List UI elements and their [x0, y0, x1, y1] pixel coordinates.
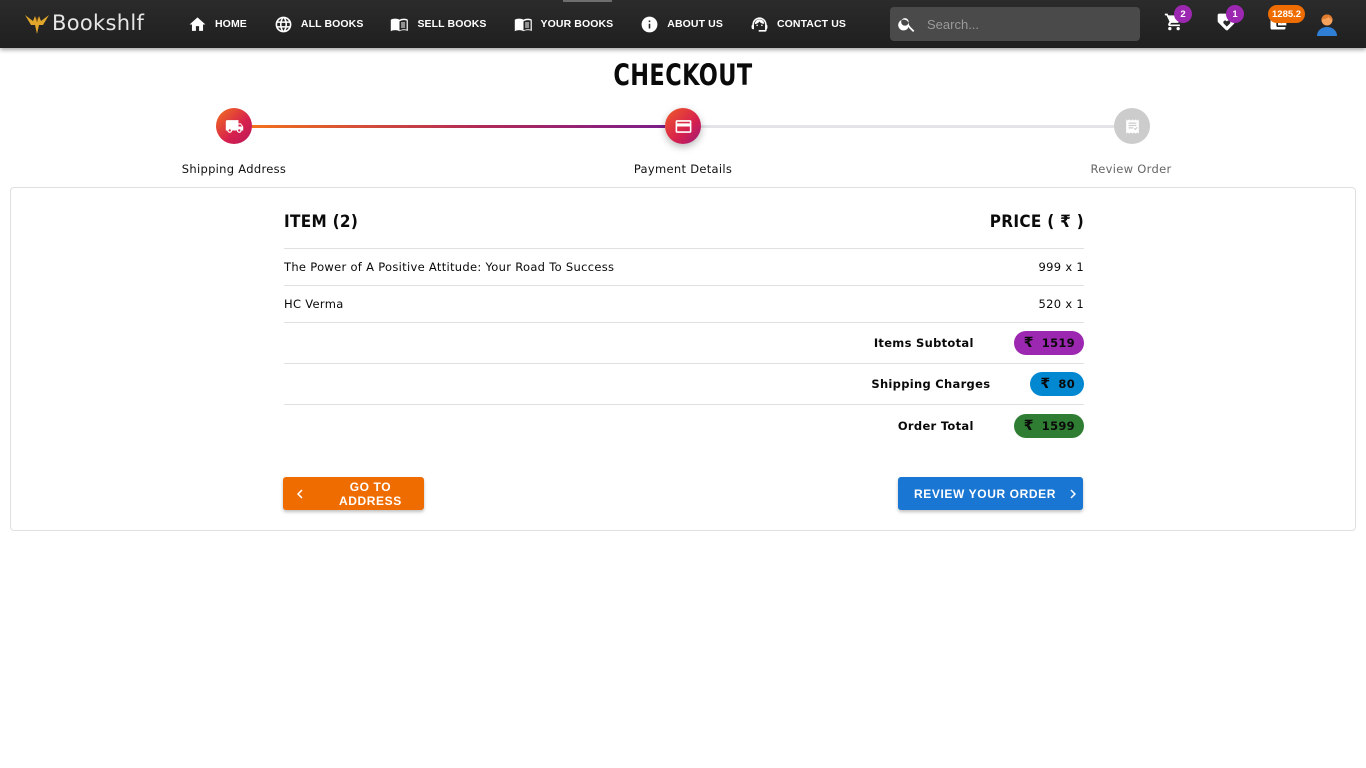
- eagle-logo-icon: [25, 15, 49, 34]
- shipping-row: Shipping Charges ₹ 80: [284, 364, 1084, 405]
- rupee-icon: ₹: [1040, 376, 1051, 392]
- credit-card-icon: [675, 119, 691, 133]
- nav-contact-us[interactable]: CONTACT US: [750, 0, 846, 48]
- truck-icon: [225, 119, 243, 133]
- user-avatar-icon[interactable]: [1316, 12, 1338, 36]
- subtotal-value: 1519: [1041, 336, 1075, 350]
- brand-name: Bookshlf: [52, 11, 145, 35]
- nav-scroll-indicator: [563, 0, 612, 2]
- step-shipping-address-label: Shipping Address: [181, 162, 287, 176]
- main-nav: HOME ALL BOOKS SELL BOOKS YOUR BOOKS ABO…: [188, 0, 873, 48]
- nav-all-books[interactable]: ALL BOOKS: [274, 0, 364, 48]
- subtotal-label: Items Subtotal: [873, 336, 974, 350]
- book-open-icon: [391, 18, 409, 31]
- globe-icon: [275, 16, 292, 32]
- order-summary-card: ITEM (2) PRICE ( ₹ ) The Power of A Posi…: [10, 187, 1356, 531]
- review-order-label: REVIEW YOUR ORDER: [914, 486, 1056, 501]
- step-review-order-label: Review Order: [1090, 162, 1172, 176]
- step-connector-pending: [701, 124, 1114, 128]
- step-connector-completed: [252, 124, 665, 128]
- wishlist-button[interactable]: 1: [1216, 5, 1244, 36]
- subtotal-row: Items Subtotal ₹ 1519: [284, 323, 1084, 364]
- order-total-value: 1599: [1041, 418, 1075, 433]
- nav-about-us[interactable]: ABOUT US: [640, 0, 723, 48]
- table-row: HC Verma 520 x 1: [284, 286, 1084, 323]
- top-navbar: Bookshlf HOME ALL BOOKS SELL BOOKS YOUR …: [0, 0, 1366, 48]
- cart-button[interactable]: 2: [1164, 5, 1192, 36]
- shipping-value: 80: [1058, 377, 1075, 391]
- support-agent-icon: [751, 16, 768, 32]
- order-total-badge: ₹ 1599: [1013, 413, 1084, 438]
- shipping-badge: ₹ 80: [1030, 372, 1084, 396]
- order-total-row: Order Total ₹ 1599: [284, 405, 1084, 446]
- nav-sell-books[interactable]: SELL BOOKS: [390, 0, 486, 48]
- search-box: [890, 7, 1140, 41]
- nav-your-books-label: YOUR BOOKS: [540, 18, 614, 30]
- step-review-order: [1114, 108, 1150, 144]
- search-icon: [898, 18, 915, 32]
- brand-logo-link[interactable]: Bookshlf: [24, 8, 144, 38]
- info-icon: [641, 16, 658, 32]
- nav-about-us-label: ABOUT US: [667, 18, 723, 30]
- nav-home-label: HOME: [215, 18, 247, 30]
- nav-your-books[interactable]: YOUR BOOKS: [514, 0, 614, 48]
- chevron-right-icon: [1070, 489, 1076, 498]
- chevron-left-icon: [296, 489, 303, 498]
- receipt-icon: [1125, 118, 1139, 134]
- book-open-icon: [514, 18, 532, 31]
- order-summary-table: ITEM (2) PRICE ( ₹ ) The Power of A Posi…: [284, 188, 1084, 446]
- order-total-label: Order Total: [897, 418, 974, 433]
- table-row: The Power of A Positive Attitude: Your R…: [284, 249, 1084, 286]
- page-title: CHECKOUT: [613, 58, 753, 92]
- cart-count-badge: 2: [1174, 5, 1192, 23]
- wallet-button[interactable]: 1285.2: [1268, 5, 1306, 36]
- item-title: HC Verma: [284, 297, 344, 311]
- subtotal-badge: ₹ 1519: [1013, 331, 1084, 355]
- item-count-header: ITEM (2): [284, 212, 359, 232]
- rupee-icon: ₹: [1023, 417, 1034, 434]
- price-header: PRICE ( ₹ ): [989, 212, 1084, 232]
- rupee-icon: ₹: [1023, 335, 1034, 351]
- item-title: The Power of A Positive Attitude: Your R…: [284, 260, 615, 274]
- step-payment-details-label: Payment Details: [633, 162, 733, 176]
- nav-all-books-label: ALL BOOKS: [300, 18, 364, 30]
- shipping-label: Shipping Charges: [871, 377, 991, 391]
- home-icon: [189, 16, 206, 31]
- item-price-qty: 999 x 1: [1038, 260, 1084, 274]
- wallet-balance-badge: 1285.2: [1268, 5, 1306, 23]
- review-order-button[interactable]: REVIEW YOUR ORDER: [898, 477, 1083, 510]
- nav-sell-books-label: SELL BOOKS: [417, 18, 487, 30]
- checkout-stepper: Shipping Address Payment Details Review …: [0, 106, 1366, 178]
- go-to-address-label: GO TO ADDRESS: [338, 479, 402, 508]
- item-price-qty: 520 x 1: [1038, 297, 1084, 311]
- go-to-address-button[interactable]: GO TO ADDRESS: [283, 477, 424, 510]
- summary-header-row: ITEM (2) PRICE ( ₹ ): [284, 188, 1084, 249]
- step-payment-details: [665, 108, 701, 144]
- wishlist-count-badge: 1: [1226, 5, 1244, 23]
- nav-home[interactable]: HOME: [188, 0, 247, 48]
- step-shipping-address: [216, 108, 252, 144]
- nav-contact-us-label: CONTACT US: [776, 18, 846, 30]
- search-input[interactable]: [927, 16, 1127, 32]
